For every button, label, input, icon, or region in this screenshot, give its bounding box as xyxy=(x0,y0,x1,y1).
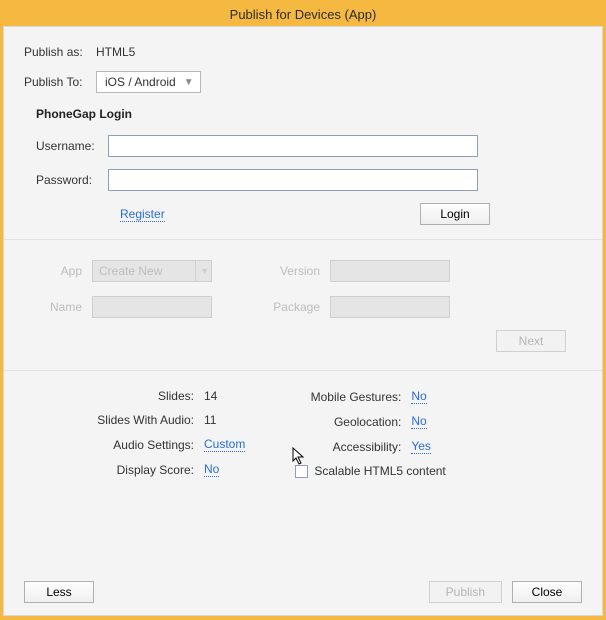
package-label: Package xyxy=(272,300,320,314)
accessibility-label: Accessibility: xyxy=(295,440,401,454)
dialog-footer: Less Publish Close xyxy=(24,581,582,603)
info-section: Slides: 14 Slides With Audio: 11 Audio S… xyxy=(54,389,582,478)
app-select-value: Create New xyxy=(99,264,162,278)
phonegap-section-title: PhoneGap Login xyxy=(36,107,582,121)
username-input[interactable] xyxy=(108,135,478,157)
scalable-checkbox[interactable] xyxy=(295,465,308,478)
publish-as-label: Publish as: xyxy=(24,45,96,59)
version-label: Version xyxy=(272,264,320,278)
slides-audio-value: 11 xyxy=(204,413,216,427)
username-label: Username: xyxy=(36,139,108,153)
version-input xyxy=(330,260,450,282)
display-score-link[interactable]: No xyxy=(204,462,219,477)
geolocation-link[interactable]: No xyxy=(411,414,426,429)
password-row: Password: xyxy=(36,169,582,191)
audio-settings-link[interactable]: Custom xyxy=(204,437,245,452)
mobile-gestures-link[interactable]: No xyxy=(411,389,426,404)
username-row: Username: xyxy=(36,135,582,157)
slides-value: 14 xyxy=(204,389,217,403)
publish-as-row: Publish as: HTML5 xyxy=(24,45,582,59)
app-label: App xyxy=(34,264,82,278)
close-button[interactable]: Close xyxy=(512,581,582,603)
login-button[interactable]: Login xyxy=(420,203,490,225)
divider xyxy=(4,370,602,371)
mobile-gestures-label: Mobile Gestures: xyxy=(295,390,401,404)
name-input xyxy=(92,296,212,318)
publish-to-select[interactable]: iOS / Android ▼ xyxy=(96,71,201,93)
dialog-content: Publish as: HTML5 Publish To: iOS / Andr… xyxy=(3,26,603,616)
audio-settings-label: Audio Settings: xyxy=(54,438,194,452)
password-label: Password: xyxy=(36,173,108,187)
scalable-label: Scalable HTML5 content xyxy=(314,464,445,478)
dialog-window: Publish for Devices (App) Publish as: HT… xyxy=(0,0,606,620)
geolocation-label: Geolocation: xyxy=(295,415,401,429)
divider xyxy=(4,239,602,240)
accessibility-link[interactable]: Yes xyxy=(411,439,431,454)
next-button: Next xyxy=(496,330,566,352)
package-input xyxy=(330,296,450,318)
dialog-title: Publish for Devices (App) xyxy=(3,3,603,26)
app-select: Create New ▼ xyxy=(92,260,212,282)
name-label: Name xyxy=(34,300,82,314)
login-actions-row: Register Login xyxy=(120,203,490,225)
display-score-label: Display Score: xyxy=(54,463,194,477)
register-link[interactable]: Register xyxy=(120,207,165,222)
slides-audio-label: Slides With Audio: xyxy=(54,413,194,427)
chevron-down-icon: ▼ xyxy=(184,77,194,88)
password-input[interactable] xyxy=(108,169,478,191)
app-section: App Create New ▼ Name Version xyxy=(24,250,582,360)
publish-as-value: HTML5 xyxy=(96,45,135,59)
chevron-down-icon: ▼ xyxy=(200,266,209,276)
slides-label: Slides: xyxy=(54,389,194,403)
publish-to-value: iOS / Android xyxy=(105,75,176,89)
less-button[interactable]: Less xyxy=(24,581,94,603)
publish-button: Publish xyxy=(429,581,502,603)
publish-to-row: Publish To: iOS / Android ▼ xyxy=(24,71,582,93)
publish-to-label: Publish To: xyxy=(24,75,96,89)
